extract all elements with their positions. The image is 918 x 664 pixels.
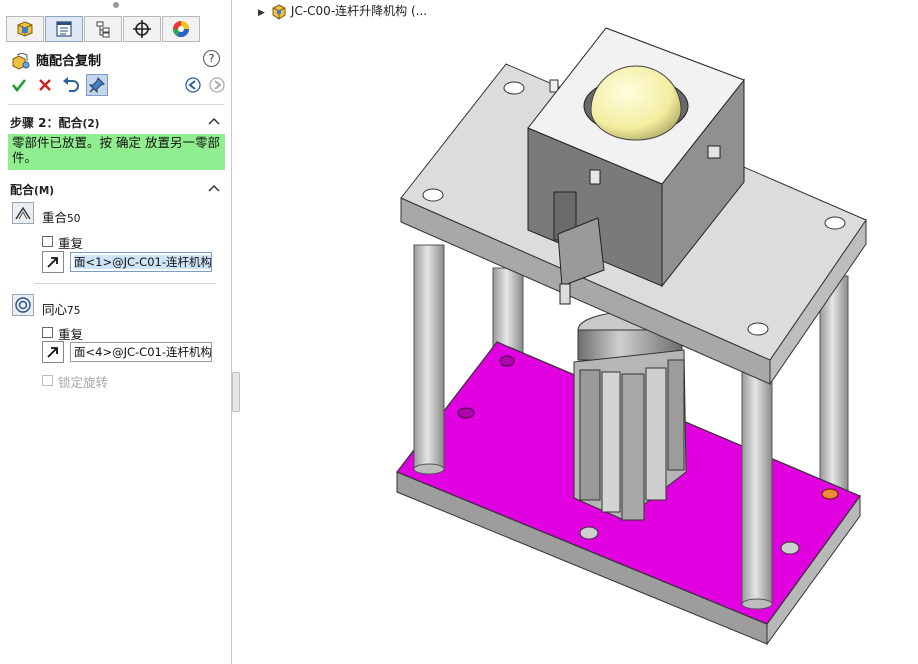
coincident-mate-button[interactable] — [12, 202, 34, 224]
front-guide-rod — [413, 244, 773, 610]
base-plate — [396, 341, 861, 646]
step-message: 零部件已放置。按 确定 放置另一零部件。 — [8, 134, 225, 170]
back-guide-rod — [492, 267, 849, 499]
collapse-mates-icon[interactable] — [208, 183, 220, 193]
manager-tabs — [0, 14, 232, 44]
ball — [590, 65, 682, 141]
tab-dimxpert-manager[interactable] — [123, 16, 161, 42]
configuration-manager-icon — [96, 21, 110, 38]
keep-visible-button[interactable] — [86, 74, 108, 96]
action-bar — [8, 74, 228, 98]
collapse-step-icon[interactable] — [208, 116, 220, 126]
ball-housing-block — [527, 27, 745, 305]
top-plate — [400, 63, 867, 386]
mate-divider — [34, 283, 216, 284]
forward-button[interactable] — [206, 74, 228, 96]
step-section-count: (2) — [82, 118, 100, 130]
coincident-mate-label: 重合50 — [42, 210, 81, 225]
checkmark-icon — [11, 79, 27, 93]
concentric-mate-label: 同心75 — [42, 302, 81, 317]
back-button[interactable] — [182, 74, 204, 96]
property-manager-panel: 随配合复制 ? 步骤 2：配合(2) 零部件已放置。按 确定 放置另一零部件。 … — [0, 0, 232, 664]
air-cylinder — [573, 311, 687, 521]
repeat-checkbox-1[interactable] — [42, 236, 53, 247]
feature-manager-icon — [17, 21, 33, 37]
concentric-mate-button[interactable] — [12, 294, 34, 316]
selected-face — [396, 341, 861, 625]
feature-title: 随配合复制 — [10, 50, 101, 71]
ok-button[interactable] — [8, 74, 30, 96]
lock-rotation-checkbox[interactable] — [42, 375, 53, 386]
tab-property-manager[interactable] — [45, 16, 83, 42]
step-section-title[interactable]: 步骤 2：配合(2) — [10, 114, 99, 131]
panel-grip[interactable] — [113, 2, 119, 8]
arrow-up-right-icon — [47, 347, 58, 358]
mate-selection-field-2[interactable]: 面<4>@JC-C01-连杆机构 — [70, 342, 212, 362]
concentric-mate-icon — [15, 297, 31, 313]
mates-section-label: 配合 — [10, 183, 35, 197]
repeat-label-1: 重复 — [58, 236, 84, 251]
assembly-icon — [272, 3, 286, 20]
close-icon — [39, 79, 51, 91]
dimxpert-icon — [133, 20, 151, 38]
mates-section-title[interactable]: 配合(M) — [10, 181, 54, 198]
tab-feature-manager[interactable] — [6, 16, 44, 42]
mates-section-shortcut: (M) — [34, 185, 55, 197]
repeat-checkbox-2[interactable] — [42, 327, 53, 338]
sensor-bracket — [557, 217, 605, 287]
undo-icon — [63, 77, 79, 92]
cancel-button[interactable] — [34, 74, 56, 96]
mate-selection-field-1[interactable]: 面<1>@JC-C01-连杆机构 — [70, 252, 212, 272]
divider — [8, 104, 224, 105]
coincident-mate-icon — [15, 206, 31, 220]
doc-tree-flyout[interactable]: ▶ JC-C00-连杆升降机构 (... — [258, 2, 427, 20]
undo-button[interactable] — [60, 74, 82, 96]
flip-direction-button-1[interactable] — [42, 251, 64, 273]
pushpin-icon — [89, 77, 105, 93]
panel-splitter[interactable] — [232, 372, 240, 412]
copy-with-mates-icon — [12, 52, 30, 70]
expand-arrow-icon[interactable]: ▶ — [258, 8, 265, 18]
display-manager-icon — [172, 21, 190, 38]
flip-direction-button-2[interactable] — [42, 341, 64, 363]
back-arrow-icon — [185, 77, 201, 93]
tab-display-manager[interactable] — [162, 16, 200, 42]
doc-title: JC-C00-连杆升降机构 (... — [290, 4, 428, 18]
tab-configuration-manager[interactable] — [84, 16, 122, 42]
lock-rotation-label: 锁定旋转 — [58, 375, 109, 390]
arrow-up-right-icon — [47, 257, 58, 268]
feature-title-label: 随配合复制 — [36, 54, 102, 69]
forward-arrow-icon — [209, 77, 225, 93]
help-icon[interactable]: ? — [203, 50, 220, 67]
step-section-label: 步骤 2：配合 — [10, 116, 83, 130]
property-manager-icon — [56, 21, 72, 37]
